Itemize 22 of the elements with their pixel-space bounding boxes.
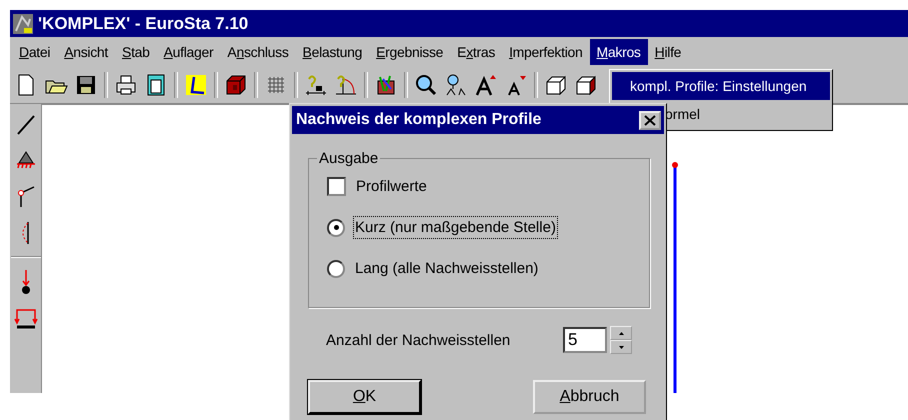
- menu-item[interactable]: Ergebnisse: [369, 39, 450, 65]
- menu-item[interactable]: Extras: [450, 39, 502, 65]
- option-label: Lang (alle Nachweisstellen): [354, 259, 540, 279]
- window-title: 'KOMPLEX' - EuroSta 7.10: [38, 14, 248, 34]
- menu-item[interactable]: Anschluss: [220, 39, 296, 65]
- field-label: Anzahl der Nachweisstellen: [326, 332, 512, 348]
- menu-item[interactable]: Stab: [115, 39, 157, 65]
- dialog-title: Nachweis der komplexen Profile: [296, 111, 542, 129]
- count-field[interactable]: 5: [563, 327, 607, 353]
- option-label: Profilwerte: [355, 177, 428, 197]
- cancel-button[interactable]: Abbruch: [533, 380, 646, 414]
- menu-item[interactable]: Belastung: [296, 39, 370, 65]
- menu-item[interactable]: Auflager: [156, 39, 220, 65]
- menu-item[interactable]: Datei: [12, 39, 58, 65]
- option-label: Kurz (nur maßgebende Stelle): [353, 216, 558, 239]
- menu-item[interactable]: Ansicht: [57, 39, 116, 65]
- ok-button[interactable]: OK: [308, 380, 421, 414]
- group-label: Ausgabe: [317, 150, 380, 167]
- menu-item[interactable]: Makros: [590, 39, 648, 65]
- menu-item[interactable]: Imperfektion: [502, 39, 590, 65]
- menu-item[interactable]: Hilfe: [648, 39, 688, 65]
- menu-item[interactable]: kompl. Profile: Einstellungen: [612, 72, 830, 100]
